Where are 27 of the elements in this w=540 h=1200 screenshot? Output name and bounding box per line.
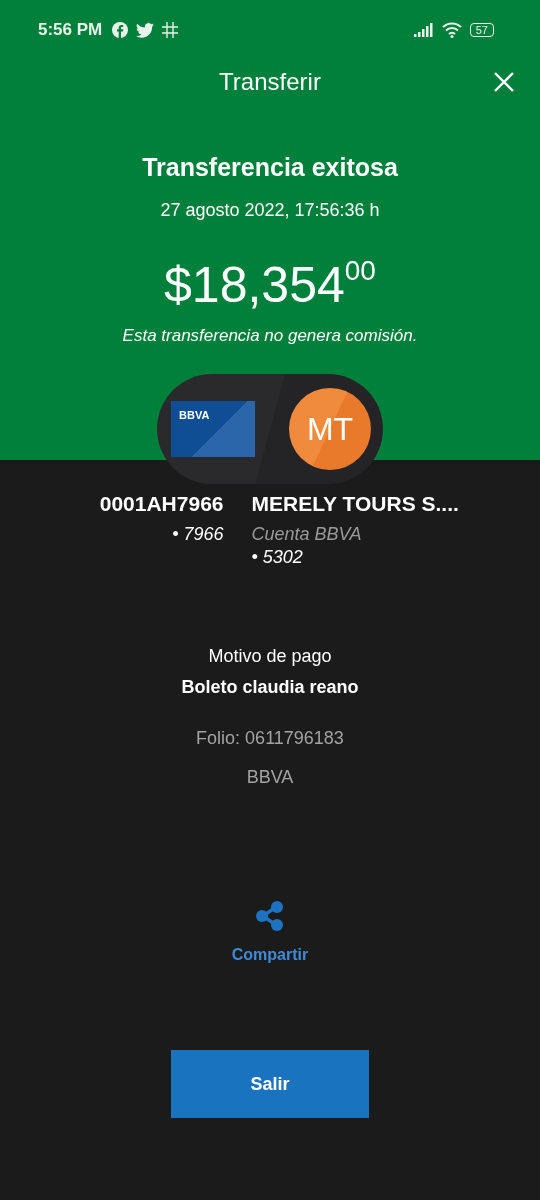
- exit-button[interactable]: Salir: [171, 1050, 369, 1118]
- destination-bank: Cuenta BBVA: [251, 524, 363, 545]
- success-title: Transferencia exitosa: [142, 153, 398, 182]
- facebook-icon: [112, 22, 129, 38]
- commission-note: Esta transferencia no genera comisión.: [122, 326, 418, 346]
- destination-name: MERELY TOURS S....: [251, 492, 460, 516]
- close-icon[interactable]: [493, 71, 515, 93]
- signal-icon: [413, 23, 434, 37]
- grid-icon: [162, 22, 179, 38]
- share-icon[interactable]: [255, 900, 285, 932]
- payment-reason-label: Motivo de pago: [208, 646, 332, 667]
- status-time: 5:56 PM: [38, 20, 103, 40]
- bird-icon: [136, 22, 155, 38]
- battery-indicator: 57: [469, 23, 494, 37]
- wifi-icon: [441, 22, 462, 38]
- share-link[interactable]: Compartir: [231, 946, 309, 964]
- transfer-amount: $18,354$^{00}$: [164, 255, 376, 314]
- bank-name: BBVA: [246, 767, 294, 788]
- transfer-date: 27 agosto 2022, 17:56:36 h: [160, 200, 380, 221]
- screen-title: Transferir: [219, 68, 321, 97]
- origin-number: • 7966: [171, 524, 224, 545]
- origin-account: 0001AH7966: [98, 492, 224, 516]
- initials-avatar: MT: [289, 388, 371, 470]
- folio-number: Folio: 0611796183: [196, 728, 344, 749]
- destination-number: • 5302: [251, 547, 304, 568]
- card-brand: BBVA: [179, 409, 210, 421]
- payment-reason: Boleto claudia reano: [181, 677, 359, 698]
